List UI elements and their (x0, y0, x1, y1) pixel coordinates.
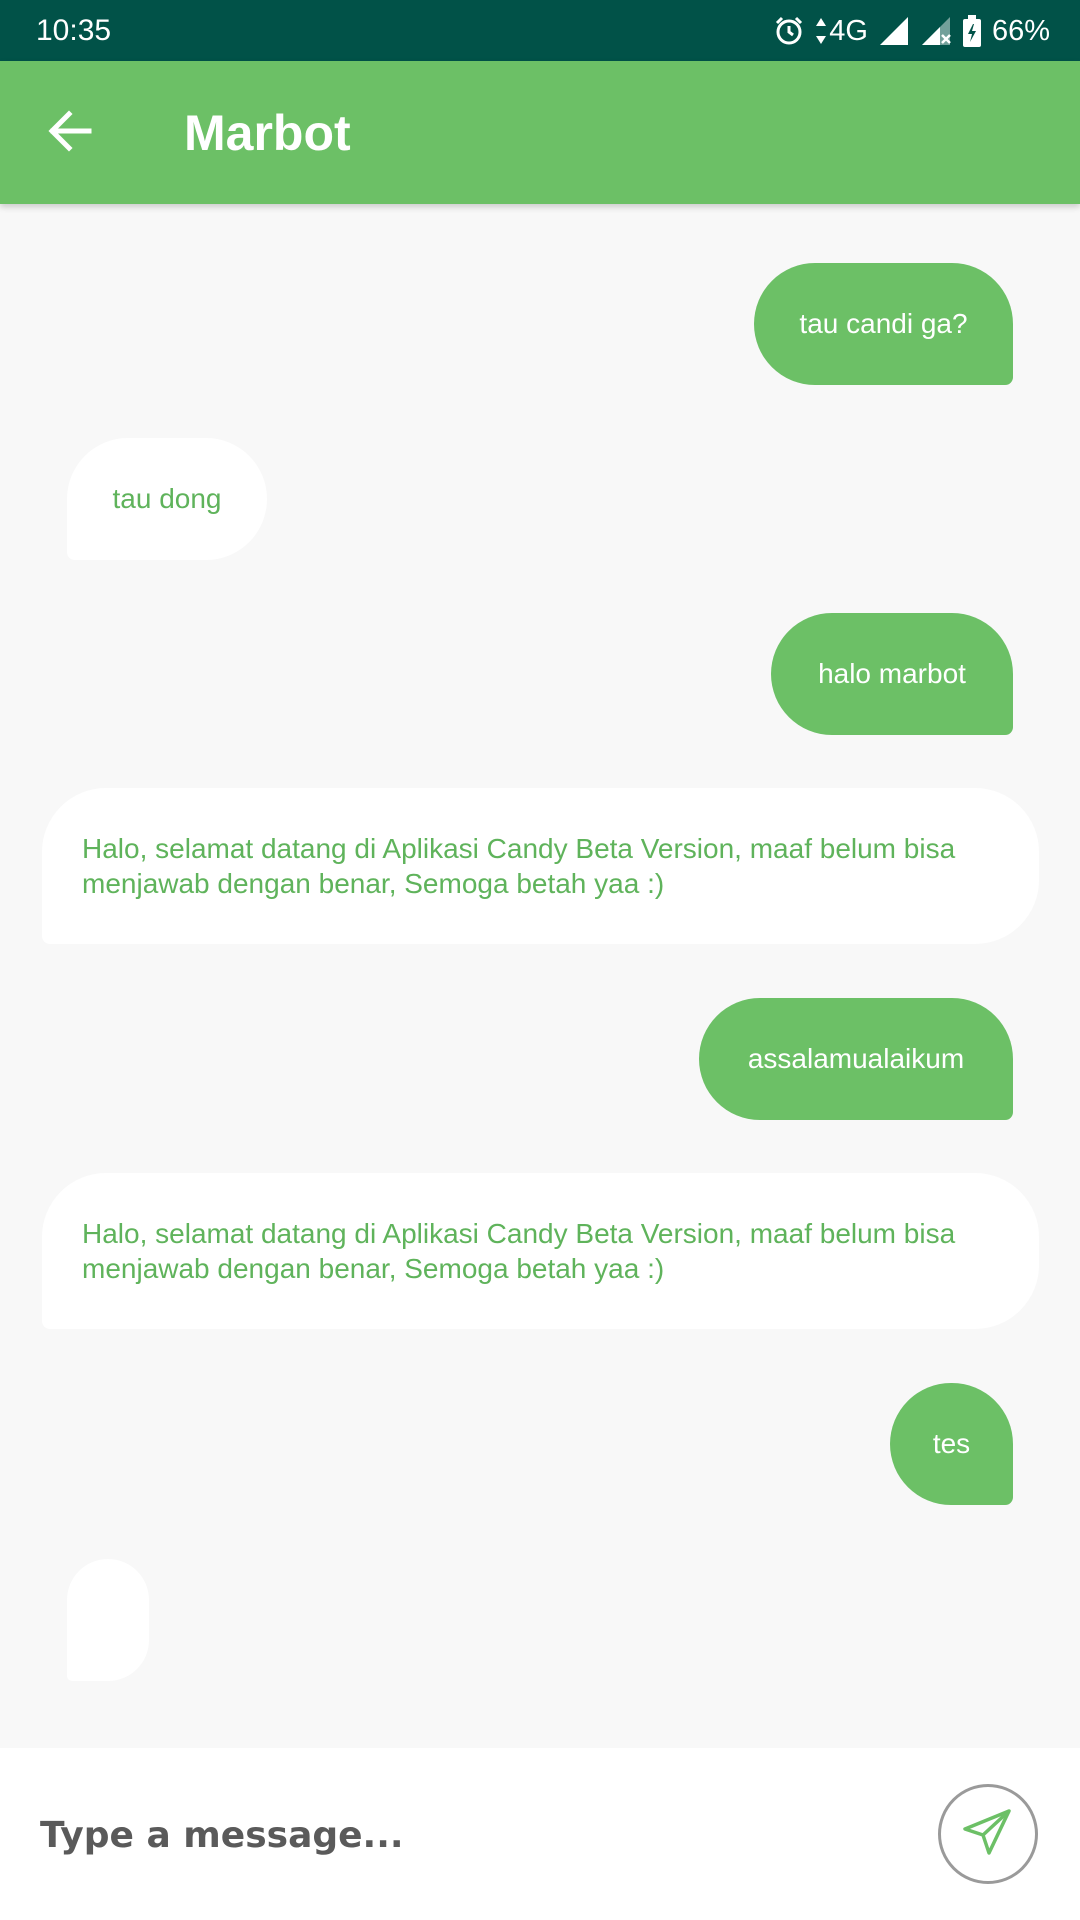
data-arrows-icon (815, 16, 827, 46)
message-bubble-user: tes (890, 1383, 1013, 1505)
send-icon (961, 1805, 1015, 1864)
message-composer (0, 1748, 1080, 1920)
message-bubble-bot-typing (67, 1559, 149, 1681)
message-bubble-bot: tau dong (67, 438, 267, 560)
message-bubble-user: tau candi ga? (754, 263, 1013, 385)
back-button[interactable] (40, 103, 100, 163)
arrow-back-icon (47, 108, 93, 159)
message-bubble-user: halo marbot (771, 613, 1013, 735)
send-button[interactable] (938, 1784, 1038, 1884)
signal-icon (878, 15, 910, 47)
status-time: 10:35 (36, 14, 112, 47)
battery-charging-icon (962, 15, 982, 47)
status-icons: 4G 66% (773, 12, 1050, 50)
message-bubble-bot: Halo, selamat datang di Aplikasi Candy B… (42, 1173, 1039, 1329)
message-input[interactable] (40, 1800, 880, 1870)
chat-list[interactable]: tau candi ga? tau dong halo marbot Halo,… (0, 204, 1080, 1748)
signal-no-data-icon (920, 15, 952, 47)
message-bubble-bot: Halo, selamat datang di Aplikasi Candy B… (42, 788, 1039, 944)
message-bubble-user: assalamualaikum (699, 998, 1013, 1120)
battery-percent: 66% (991, 14, 1050, 47)
alarm-icon (773, 15, 805, 47)
app-title: Marbot (184, 105, 351, 161)
network-type: 4G (829, 14, 868, 47)
app-bar: Marbot (0, 61, 1080, 204)
status-bar: 10:35 4G 66% (0, 0, 1080, 61)
